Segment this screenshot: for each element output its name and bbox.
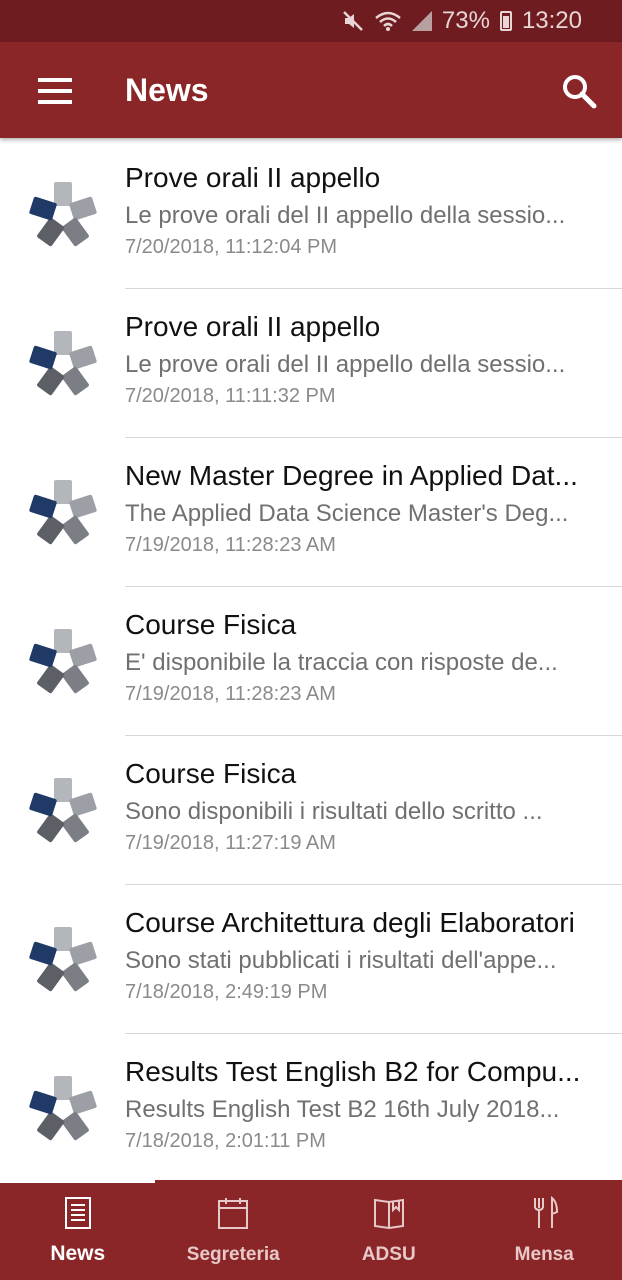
hamburger-icon-line — [38, 100, 72, 104]
calendar-icon — [218, 1198, 249, 1229]
news-date: 7/18/2018, 2:01:11 PM — [125, 1130, 326, 1152]
university-logo-icon — [29, 778, 97, 843]
battery-icon — [499, 11, 512, 31]
university-logo-icon — [29, 927, 97, 992]
news-item[interactable]: Prove orali II appello Le prove orali de… — [0, 289, 622, 438]
tab-mensa[interactable]: Mensa — [467, 1180, 622, 1280]
search-icon[interactable] — [560, 72, 598, 110]
news-summary: The Applied Data Science Master's Deg... — [125, 500, 569, 527]
university-logo-icon — [29, 1076, 97, 1141]
bottom-nav: News Segreteria ADSU Mensa — [0, 1180, 622, 1280]
tab-label: Mensa — [514, 1244, 574, 1265]
news-item[interactable]: Course Architettura degli Elaboratori So… — [0, 885, 622, 1034]
news-summary: Results English Test B2 16th July 2018..… — [125, 1096, 560, 1123]
tab-news[interactable]: News — [0, 1180, 156, 1280]
signal-icon — [411, 11, 432, 31]
app-bar: News — [0, 42, 622, 138]
news-date: 7/18/2018, 2:49:19 PM — [125, 981, 328, 1003]
status-bar: 73% 13:20 — [0, 0, 622, 42]
news-item[interactable]: Prove orali II appello Le prove orali de… — [0, 140, 622, 289]
news-date: 7/20/2018, 11:11:32 PM — [125, 385, 336, 407]
university-logo-icon — [29, 182, 97, 247]
university-logo-icon — [29, 331, 97, 396]
news-date: 7/19/2018, 11:28:23 AM — [125, 534, 336, 556]
university-logo-icon — [29, 480, 97, 545]
wifi-icon — [375, 11, 401, 31]
news-summary: Le prove orali del II appello della sess… — [125, 351, 566, 378]
news-summary: E' disponibile la traccia con risposte d… — [125, 649, 558, 676]
news-title: Course Fisica — [125, 758, 297, 789]
news-item[interactable]: Results Test English B2 for Compu... Res… — [0, 1034, 622, 1183]
newspaper-icon — [64, 1197, 91, 1229]
hamburger-icon-line — [38, 89, 72, 93]
tab-label: ADSU — [361, 1244, 416, 1265]
page-title: News — [125, 72, 209, 108]
news-title: Course Fisica — [125, 609, 297, 640]
news-summary: Sono disponibili i risultati dello scrit… — [125, 798, 543, 825]
news-item[interactable]: New Master Degree in Applied Dat... The … — [0, 438, 622, 587]
news-title: Course Architettura degli Elaboratori — [125, 907, 575, 938]
news-title: Prove orali II appello — [125, 162, 381, 193]
news-item[interactable]: Course Fisica Sono disponibili i risulta… — [0, 736, 622, 885]
mute-icon — [343, 11, 363, 31]
menu-button[interactable] — [38, 78, 72, 104]
battery-percent: 73% — [441, 7, 490, 34]
hamburger-icon — [38, 78, 72, 82]
news-date: 7/19/2018, 11:28:23 AM — [125, 683, 336, 705]
tab-segreteria[interactable]: Segreteria — [156, 1180, 312, 1280]
news-summary: Le prove orali del II appello della sess… — [125, 202, 566, 229]
tab-label: News — [50, 1242, 106, 1265]
tab-adsu[interactable]: ADSU — [311, 1180, 467, 1280]
tab-label: Segreteria — [186, 1244, 280, 1265]
news-date: 7/20/2018, 11:12:04 PM — [125, 236, 338, 258]
news-date: 7/19/2018, 11:27:19 AM — [125, 832, 336, 854]
news-title: Prove orali II appello — [125, 311, 381, 342]
news-summary: Sono stati pubblicati i risultati dell'a… — [125, 947, 557, 974]
cutlery-icon — [534, 1196, 559, 1228]
news-title: New Master Degree in Applied Dat... — [125, 460, 578, 491]
clock: 13:20 — [521, 7, 582, 34]
news-item[interactable]: Course Fisica E' disponibile la traccia … — [0, 587, 622, 736]
news-list: Prove orali II appello Le prove orali de… — [0, 140, 622, 1183]
news-title: Results Test English B2 for Compu... — [125, 1056, 581, 1087]
university-logo-icon — [29, 629, 97, 694]
book-icon — [373, 1198, 404, 1230]
